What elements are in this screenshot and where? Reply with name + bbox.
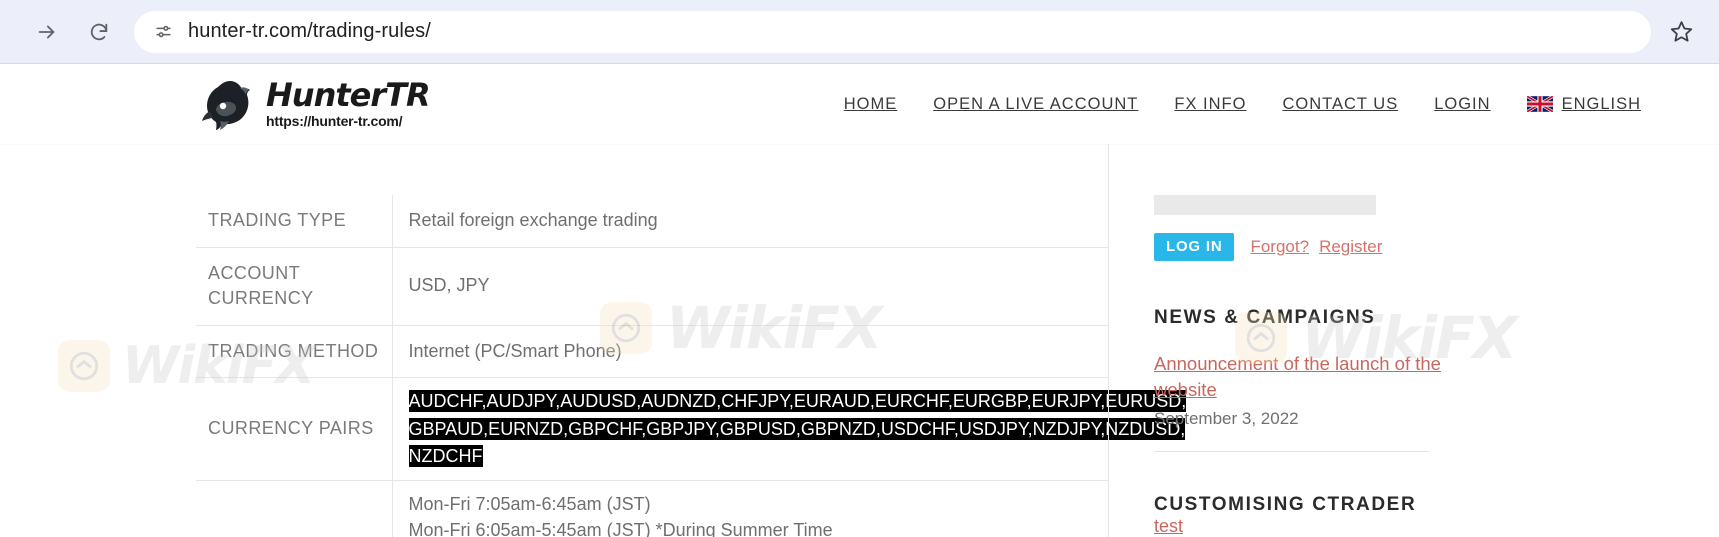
selected-text-line: GBPAUD,EURNZD,GBPCHF,GBPJPY,GBPUSD,GBPNZ…: [408, 417, 1186, 440]
browser-toolbar: hunter-tr.com/trading-rules/: [0, 0, 1719, 64]
site-logo[interactable]: HunterTR https://hunter-tr.com/: [196, 76, 431, 131]
selected-text-line: NZDCHF: [408, 444, 483, 467]
nav-item-open-a-live-account[interactable]: OPEN A LIVE ACCOUNT: [915, 95, 1156, 114]
panther-head-icon: [202, 81, 250, 130]
ctrader-heading: CUSTOMISING CTRADER: [1154, 494, 1417, 516]
log-in-button[interactable]: LOG IN: [1154, 233, 1235, 261]
row-key: TRADING TYPE: [208, 210, 347, 230]
main-navigation: HOME OPEN A LIVE ACCOUNT FX INFO CONTACT…: [826, 95, 1719, 114]
nav-item-login[interactable]: LOGIN: [1416, 95, 1508, 114]
hours-line: Mon-Fri 6:05am-5:45am (JST) *During Summ…: [408, 519, 833, 537]
nav-item-language-label: ENGLISH: [1561, 94, 1641, 113]
register-link[interactable]: Register: [1319, 237, 1382, 257]
news-item-link[interactable]: Announcement of the launch of the websit…: [1154, 351, 1454, 402]
url-text: hunter-tr.com/trading-rules/: [188, 20, 431, 42]
hours-line: Mon-Fri 7:05am-6:45am (JST): [408, 494, 651, 515]
row-key-line: ACCOUNT: [208, 262, 301, 283]
bookmark-star-icon[interactable]: [1661, 12, 1701, 52]
row-key: TRADING HOURS: [196, 480, 392, 537]
nav-item-contact-us[interactable]: CONTACT US: [1264, 95, 1416, 114]
login-row: LOG IN Forgot? Register: [1154, 233, 1719, 261]
logo-text-block: HunterTR https://hunter-tr.com/: [266, 76, 431, 129]
reload-icon[interactable]: [80, 13, 118, 51]
row-value: USD, JPY: [391, 246, 1108, 326]
page-viewport: WikiFX WikiFX WikiFX TRADING TYPE Retail…: [0, 64, 1719, 537]
table-row-currency-pairs: CURRENCY PAIRS AUDCHF,AUDJPY,AUDUSD,AUDN…: [196, 377, 1187, 481]
trading-rules-table: TRADING TYPE Retail foreign exchange tra…: [196, 195, 1187, 537]
row-value[interactable]: AUDCHF,AUDJPY,AUDUSD,AUDNZD,CHFJPY,EURAU…: [391, 377, 1187, 481]
site-header: HunterTR https://hunter-tr.com/ HOME OPE…: [0, 64, 1719, 144]
address-bar[interactable]: hunter-tr.com/trading-rules/: [134, 10, 1651, 53]
nav-item-language[interactable]: ENGLISH: [1509, 95, 1659, 114]
nav-item-home[interactable]: HOME: [826, 95, 916, 114]
forgot-password-link[interactable]: Forgot?: [1250, 237, 1309, 257]
logo-url: https://hunter-tr.com/: [266, 113, 403, 129]
ctrader-item-link[interactable]: test: [1154, 516, 1183, 536]
table-row: TRADING METHOD Internet (PC/Smart Phone): [196, 324, 1108, 378]
table-row: ACCOUNT CURRENCY USD, JPY: [196, 246, 1108, 326]
table-row: TRADING TYPE Retail foreign exchange tra…: [196, 195, 1108, 248]
forward-arrow-icon[interactable]: [28, 13, 66, 51]
site-settings-icon[interactable]: [148, 17, 178, 47]
sidebar-divider: [1154, 451, 1429, 453]
password-field[interactable]: [1154, 195, 1376, 215]
logo-wordmark: HunterTR: [266, 76, 431, 114]
row-key: TRADING METHOD: [196, 324, 392, 378]
news-item-date: September 3, 2022: [1154, 409, 1299, 429]
news-heading: NEWS & CAMPAIGNS: [1154, 307, 1376, 328]
table-row-trading-hours: TRADING HOURS Mon-Fri 7:05am-6:45am (JST…: [196, 480, 1108, 537]
row-value: Internet (PC/Smart Phone): [391, 324, 1108, 378]
row-key-line: CURRENCY: [208, 288, 314, 309]
row-key: CURRENCY PAIRS: [196, 377, 392, 481]
selected-text-line: AUDCHF,AUDJPY,AUDUSD,AUDNZD,CHFJPY,EURAU…: [408, 390, 1187, 413]
uk-flag-icon: [1526, 96, 1553, 112]
row-value: Mon-Fri 7:05am-6:45am (JST) Mon-Fri 6:05…: [391, 480, 1108, 537]
row-key: ACCOUNT CURRENCY: [196, 246, 392, 326]
row-value: Retail foreign exchange trading: [391, 195, 1108, 248]
nav-item-fx-info[interactable]: FX INFO: [1156, 95, 1264, 114]
